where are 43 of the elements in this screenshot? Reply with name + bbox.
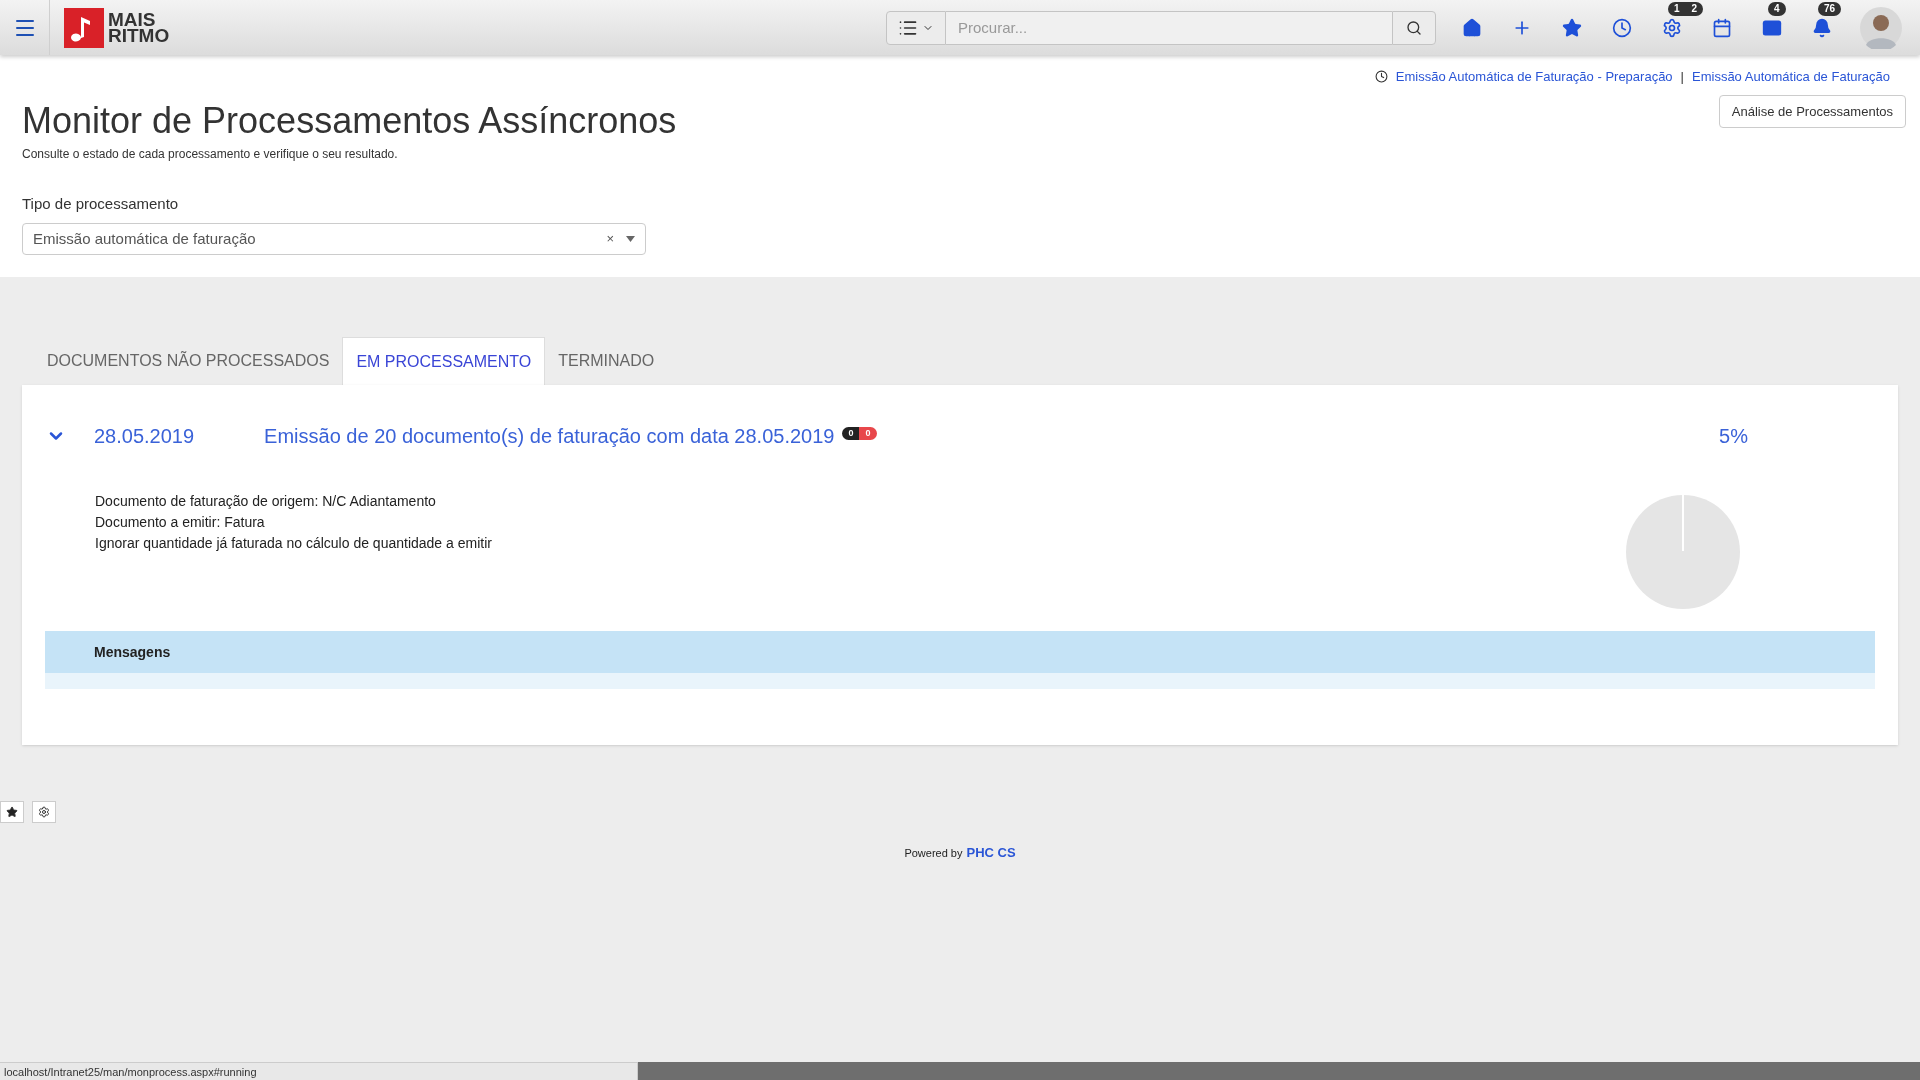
process-date: 28.05.2019 [94,424,195,449]
view-dropdown[interactable] [886,10,946,45]
search-icon [1406,19,1422,36]
progress-pie-icon [1626,495,1740,609]
breadcrumb-link[interactable]: Emissão Automática de Faturação - Preparação [1395,67,1673,87]
counter-badge: 0 [859,426,877,440]
logo-icon [64,7,104,48]
count-badge: 4 [1768,1,1786,16]
type-select[interactable]: Emissão automática de faturação × [22,223,646,255]
tab[interactable]: EM PROCESSAMENTO [342,337,546,385]
caret-icon [626,236,635,242]
analysis-button[interactable]: Análise de Processamentos [1718,94,1906,128]
tab[interactable]: DOCUMENTOS NÃO PROCESSADOS [34,337,343,385]
logo-text: MAIS [108,11,156,28]
clear-icon[interactable]: × [606,229,614,249]
status-url: localhost/Intranet25/man/monprocess.aspx#running [0,1062,638,1080]
detail-text: Documento de faturação de origem: N/C Adiantamento [95,492,437,511]
clock-icon [1374,70,1388,84]
detail-text: Documento a emitir: Fatura [95,513,266,532]
search-field[interactable]: Procurar... [946,10,1392,45]
tab[interactable]: TERMINADO [545,337,668,385]
star-icon [6,806,18,818]
avatar[interactable] [1860,6,1902,49]
count-badge: 2 [1685,1,1704,16]
brand-link[interactable]: PHC CS [966,843,1016,863]
favorite-button[interactable] [0,801,24,823]
count-badge: 76 [1818,1,1842,16]
counter-badge: 0 [842,426,860,440]
settings-button[interactable] [32,801,56,823]
page-title: Monitor de Processamentos Assíncronos [22,98,677,143]
progress-percent: 5% [1719,424,1748,449]
count-badge: 1 [1668,1,1686,16]
page-subtitle: Consulte o estado de cada processamento e verifique o seu resultado. [22,145,399,163]
gear-icon [38,806,50,818]
powered-by-text: Powered by [904,846,963,861]
process-description: Emissão de 20 documento(s) de faturação com data 28.05.2019 [264,424,835,449]
messages-title: Mensagens [94,642,171,662]
breadcrumb-link[interactable]: Emissão Automática de Faturação [1692,67,1890,87]
separator-text: | [1680,68,1684,86]
detail-text: Ignorar quantidade já faturada no cálculo de quantidade a emitir [95,534,493,553]
filter-label: Tipo de processamento [22,193,180,214]
search-button[interactable] [1392,10,1436,45]
logo-text: RITMO [108,27,170,44]
